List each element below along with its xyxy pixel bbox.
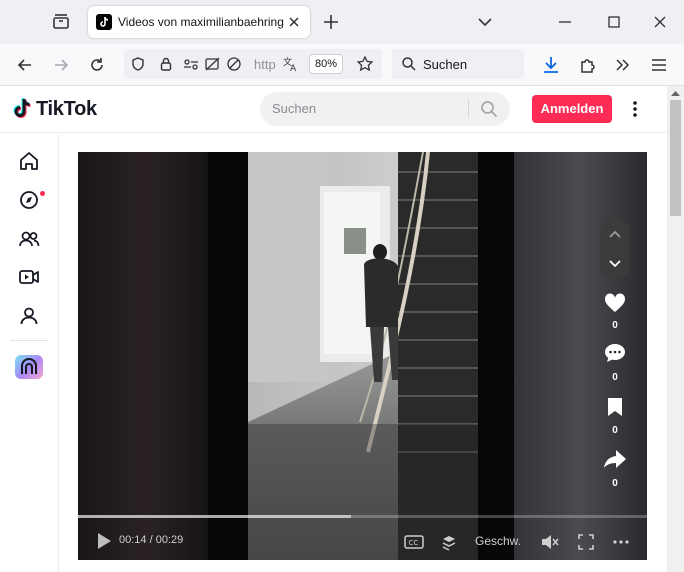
extensions-icon[interactable] [576, 54, 598, 76]
tab-close-icon[interactable] [286, 14, 302, 30]
share-icon[interactable] [602, 448, 628, 470]
previous-video-icon[interactable] [607, 227, 623, 241]
url-text[interactable]: http [254, 57, 276, 72]
sidebar-divider [10, 340, 48, 341]
progress-fill [78, 515, 352, 518]
minimize-icon[interactable] [554, 11, 576, 33]
window-close-icon[interactable] [649, 11, 671, 33]
translate-icon[interactable]: 文A [282, 55, 300, 73]
tiktok-search-input[interactable]: Suchen [260, 92, 510, 126]
video-letterbox-left [208, 152, 248, 560]
tab-overview-icon[interactable] [50, 11, 72, 33]
search-divider [468, 100, 469, 118]
navigation-bar: http 文A 80% Suchen [0, 44, 684, 86]
search-bar-label: Suchen [423, 57, 468, 72]
profile-icon[interactable] [18, 305, 40, 327]
following-icon[interactable] [18, 228, 40, 250]
back-icon[interactable] [14, 54, 36, 76]
tiktok-logo-icon[interactable] [12, 96, 34, 120]
bookmark-star-icon[interactable] [356, 55, 374, 73]
live-icon[interactable] [18, 266, 40, 288]
media-blocked-icon[interactable] [226, 56, 242, 72]
more-options-icon[interactable] [627, 98, 643, 120]
tiktok-header: TikTok Suchen Anmelden [0, 86, 667, 133]
video-frame [248, 152, 478, 560]
video-time: 00:14 / 00:29 [119, 534, 184, 546]
comment-count: 0 [612, 372, 618, 383]
zoom-level[interactable]: 80% [309, 54, 343, 74]
video-blur-left [78, 152, 213, 560]
url-bar[interactable]: http 文A 80% [124, 49, 382, 79]
feedback-icon[interactable] [15, 355, 43, 379]
tiktok-search-placeholder: Suchen [272, 101, 317, 116]
more-controls-icon[interactable] [612, 533, 630, 551]
tiktok-sidebar [0, 134, 59, 572]
overflow-menu-icon[interactable] [612, 54, 634, 76]
maximize-icon[interactable] [603, 11, 625, 33]
page-scrollbar[interactable] [667, 86, 684, 572]
navigation-arrows [600, 218, 630, 280]
search-icon [401, 56, 417, 72]
tiktok-favicon-icon [96, 14, 112, 30]
like-icon[interactable] [603, 292, 627, 314]
app-menu-icon[interactable] [648, 54, 670, 76]
downloads-icon[interactable] [540, 54, 562, 76]
svg-text:CC: CC [409, 539, 419, 547]
like-count: 0 [612, 320, 618, 331]
share-count: 0 [612, 478, 618, 489]
captions-icon[interactable]: CC [404, 534, 424, 550]
browser-tab[interactable]: Videos von maximilianbaehring [88, 6, 310, 38]
video-player[interactable]: 0 0 0 0 00:14 / 00:29 CC Geschw. [78, 152, 647, 560]
autoplay-blocked-icon[interactable] [204, 56, 222, 72]
video-controls: 00:14 / 00:29 CC Geschw. [78, 512, 647, 560]
video-blur-right [514, 152, 647, 560]
permissions-icon[interactable] [182, 56, 200, 72]
browser-search-bar[interactable]: Suchen [392, 49, 524, 79]
fullscreen-icon[interactable] [577, 533, 595, 551]
svg-text:A: A [290, 64, 297, 73]
explore-icon[interactable] [18, 189, 40, 211]
bookmark-count: 0 [612, 425, 618, 436]
new-tab-icon[interactable] [320, 11, 342, 33]
tab-title: Videos von maximilianbaehring [118, 15, 284, 29]
quality-icon[interactable] [440, 533, 458, 551]
tiktok-search-icon[interactable] [480, 100, 498, 118]
login-button[interactable]: Anmelden [532, 95, 612, 123]
bookmark-icon[interactable] [605, 396, 625, 418]
playback-speed[interactable]: Geschw. [475, 534, 521, 548]
forward-icon[interactable] [50, 54, 72, 76]
mute-icon[interactable] [540, 533, 560, 551]
progress-bar[interactable] [78, 515, 647, 518]
home-icon[interactable] [18, 150, 40, 172]
next-video-icon[interactable] [607, 257, 623, 271]
lock-icon[interactable] [158, 56, 174, 72]
video-letterbox-right [477, 152, 517, 560]
reload-icon[interactable] [86, 54, 108, 76]
tiktok-page: TikTok Suchen Anmelden 0 0 0 0 00:14 / 0… [0, 86, 667, 572]
tab-bar: Videos von maximilianbaehring [0, 0, 684, 44]
tiktok-logo-text[interactable]: TikTok [36, 98, 97, 121]
comment-icon[interactable] [603, 342, 627, 364]
notification-dot [40, 191, 45, 196]
scrollbar-thumb[interactable] [670, 100, 681, 216]
play-icon[interactable] [96, 532, 112, 550]
tracking-protection-icon[interactable] [130, 56, 146, 72]
list-all-tabs-icon[interactable] [474, 11, 496, 33]
scroll-up-icon[interactable] [671, 90, 680, 96]
